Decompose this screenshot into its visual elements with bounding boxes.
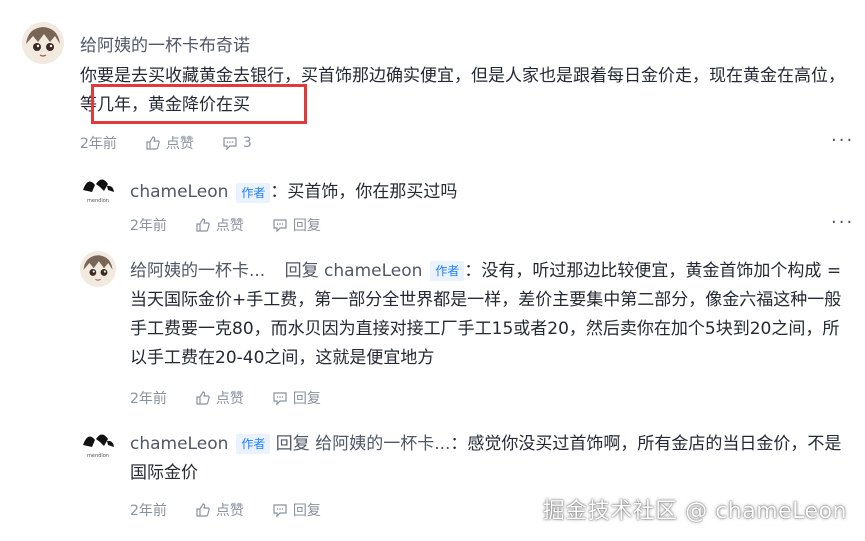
watermark: 掘金技术社区 @ chameLeon xyxy=(542,499,847,524)
like-label: 点赞 xyxy=(165,136,194,152)
reply-meta: 2年前 点赞 回复 xyxy=(130,215,349,235)
comment-icon xyxy=(273,219,287,233)
reply-time: 2年前 xyxy=(130,503,167,519)
avatar[interactable]: mendlon xyxy=(80,427,116,463)
more-options-button[interactable]: ··· xyxy=(831,130,854,151)
reply-prefix: 回复 xyxy=(275,434,310,454)
reply-button[interactable]: 回复 xyxy=(272,500,321,520)
like-button[interactable]: 点赞 xyxy=(145,133,194,153)
thumbs-up-icon xyxy=(196,391,210,405)
anime-avatar-icon xyxy=(22,22,64,64)
highlight-box xyxy=(91,84,307,124)
author-badge: 作者 xyxy=(430,261,465,281)
reply-button[interactable]: 回复 xyxy=(272,215,321,235)
reply-meta: 2年前 点赞 回复 xyxy=(130,388,349,408)
thumbs-up-icon xyxy=(196,218,210,232)
author-badge: 作者 xyxy=(236,434,271,454)
like-button[interactable]: 点赞 xyxy=(195,388,244,408)
comment-author[interactable]: 给阿姨的一杯卡布奇诺 xyxy=(80,31,250,56)
reply-body: 给阿姨的一杯卡... 回复 chameLeon 作者 ：没有，听过那边比较便宜，黄金… xyxy=(130,257,852,373)
comment-time: 2年前 xyxy=(80,136,117,152)
like-button[interactable]: 点赞 xyxy=(195,215,244,235)
reply-count-button[interactable]: 3 xyxy=(222,135,252,151)
anime-avatar-icon xyxy=(80,251,116,287)
reply-target[interactable]: 给阿姨的一杯卡... xyxy=(315,434,450,454)
reply-target[interactable]: chameLeon xyxy=(324,261,422,281)
reply-button[interactable]: 回复 xyxy=(272,388,321,408)
reply-prefix: 回复 xyxy=(284,261,319,281)
chameleon-logo-icon: mendlon xyxy=(80,427,116,463)
reply-meta: 2年前 点赞 回复 xyxy=(130,500,349,520)
reply-label: 回复 xyxy=(292,218,321,234)
chameleon-logo-icon: mendlon xyxy=(80,172,116,208)
reply-content: ：买首饰，你在那买过吗 xyxy=(270,182,458,202)
reply-count: 3 xyxy=(242,135,252,151)
reply-time: 2年前 xyxy=(130,391,167,407)
avatar[interactable]: mendlon xyxy=(80,172,116,208)
svg-text:mendlon: mendlon xyxy=(87,453,109,459)
like-label: 点赞 xyxy=(215,218,244,234)
comment-icon xyxy=(223,137,237,151)
more-options-button[interactable]: ··· xyxy=(831,212,854,233)
author-badge: 作者 xyxy=(236,182,271,203)
like-label: 点赞 xyxy=(215,503,244,519)
reply-time: 2年前 xyxy=(130,218,167,234)
comment-icon xyxy=(273,504,287,518)
thumbs-up-icon xyxy=(146,136,160,150)
comment-meta: 2年前 点赞 3 xyxy=(80,133,280,153)
comment-icon xyxy=(273,392,287,406)
avatar[interactable] xyxy=(80,251,116,287)
reply-label: 回复 xyxy=(292,503,321,519)
reply-body: chameLeon 作者 回复 给阿姨的一杯卡...：感觉你没买过首饰啊，所有金店… xyxy=(130,430,852,488)
reply-author[interactable]: chameLeon xyxy=(130,434,228,454)
like-button[interactable]: 点赞 xyxy=(195,500,244,520)
reply-header: chameLeon 作者 ：买首饰，你在那买过吗 xyxy=(130,178,457,207)
reply-author[interactable]: 给阿姨的一杯卡... xyxy=(130,261,265,281)
reply-label: 回复 xyxy=(292,391,321,407)
avatar[interactable] xyxy=(22,22,64,64)
like-label: 点赞 xyxy=(215,391,244,407)
svg-text:mendlon: mendlon xyxy=(87,198,109,204)
thumbs-up-icon xyxy=(196,503,210,517)
reply-author[interactable]: chameLeon xyxy=(130,182,228,202)
